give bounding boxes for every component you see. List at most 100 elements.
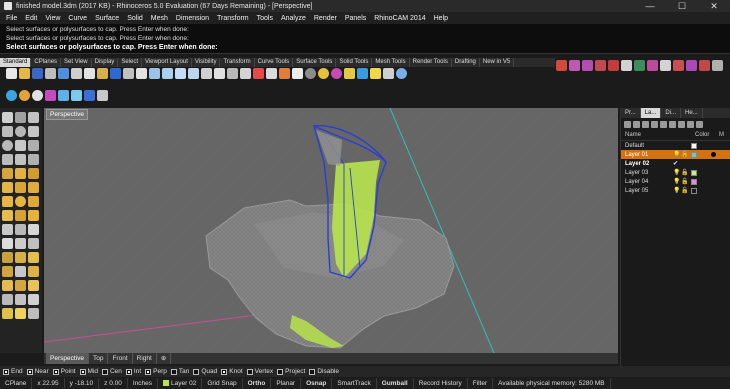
layer-color-swatch[interactable] xyxy=(691,169,697,176)
menu-rhinocam[interactable]: RhinoCAM 2014 xyxy=(370,15,429,22)
ellipse-icon[interactable] xyxy=(2,140,13,151)
tab-front[interactable]: Front xyxy=(108,353,133,364)
light-tool-icon[interactable] xyxy=(15,308,26,319)
ortho-toggle[interactable]: Ortho xyxy=(243,378,272,389)
minimize-button[interactable]: — xyxy=(634,0,666,12)
current-layer[interactable]: Layer 02 xyxy=(158,378,203,389)
copy-object-icon[interactable] xyxy=(253,68,264,79)
checkbox-icon[interactable] xyxy=(26,368,33,375)
environment-icon[interactable] xyxy=(357,68,368,79)
layer-color-swatch[interactable] xyxy=(691,187,697,194)
cam-settings-icon[interactable] xyxy=(699,60,710,71)
layer-row-02[interactable]: Layer 02 ✔ xyxy=(621,159,730,168)
osnap-tan[interactable]: Tan xyxy=(170,368,189,375)
simulate-icon[interactable] xyxy=(660,60,671,71)
surface-corner-icon[interactable] xyxy=(2,168,13,179)
ghosted-icon[interactable] xyxy=(45,90,56,101)
array-icon[interactable] xyxy=(28,266,39,277)
curve-wave-icon[interactable] xyxy=(556,60,567,71)
checkbox-icon[interactable] xyxy=(246,368,253,375)
tab-set-view[interactable]: Set View xyxy=(61,58,92,67)
feed-icon[interactable] xyxy=(686,60,697,71)
freeform-icon[interactable] xyxy=(2,154,13,165)
menu-dimension[interactable]: Dimension xyxy=(172,15,213,22)
checkbox-icon[interactable] xyxy=(52,368,59,375)
menu-help[interactable]: Help xyxy=(430,15,452,22)
cap-icon[interactable] xyxy=(28,210,39,221)
add-viewport-icon[interactable]: ⊕ xyxy=(157,353,172,364)
tab-new-in-v5[interactable]: New in V5 xyxy=(480,58,515,67)
osnap-project[interactable]: Project xyxy=(277,368,305,375)
smarttrack-toggle[interactable]: SmartTrack xyxy=(332,378,377,389)
mesh-icon[interactable] xyxy=(2,224,13,235)
checkbox-icon[interactable] xyxy=(221,368,228,375)
osnap-mid[interactable]: Mid xyxy=(79,368,98,375)
checkbox-icon[interactable] xyxy=(79,368,86,375)
orient-icon[interactable] xyxy=(28,280,39,291)
filter-toggle[interactable]: Filter xyxy=(468,378,494,389)
grid-snap-toggle[interactable]: Grid Snap xyxy=(202,378,243,389)
gumball-toggle[interactable]: Gumball xyxy=(377,378,414,389)
mirror-icon[interactable] xyxy=(2,280,13,291)
osnap-vertex[interactable]: Vertex xyxy=(246,368,273,375)
render-tool-icon[interactable] xyxy=(2,308,13,319)
rectangle-icon[interactable] xyxy=(15,140,26,151)
curve-icon[interactable] xyxy=(2,126,13,137)
checkbox-icon[interactable] xyxy=(145,368,152,375)
lock-icon[interactable]: 🔓 xyxy=(681,187,691,194)
new-sublayer-icon[interactable] xyxy=(633,121,640,128)
stock-box-icon[interactable] xyxy=(621,60,632,71)
tab-viewport-layout[interactable]: Viewport Layout xyxy=(142,58,192,67)
osnap-near[interactable]: Near xyxy=(26,368,49,375)
tab-mesh-tools[interactable]: Mesh Tools xyxy=(372,58,410,67)
network-srf-icon[interactable] xyxy=(28,182,39,193)
tab-top[interactable]: Top xyxy=(89,353,109,364)
artistic-icon[interactable] xyxy=(84,90,95,101)
mesh-grid-icon[interactable] xyxy=(582,60,593,71)
move-icon[interactable] xyxy=(240,68,251,79)
pan-icon[interactable] xyxy=(123,68,134,79)
analyze-icon[interactable] xyxy=(2,294,13,305)
osnap-end[interactable]: End xyxy=(3,368,23,375)
menu-panels[interactable]: Panels xyxy=(341,15,370,22)
layer-color-swatch[interactable] xyxy=(691,151,697,158)
tab-render-tools[interactable]: Render Tools xyxy=(410,58,452,67)
join-icon[interactable] xyxy=(28,252,39,263)
name-column-header[interactable]: Name xyxy=(625,132,695,138)
menu-transform[interactable]: Transform xyxy=(213,15,253,22)
osnap-quad[interactable]: Quad xyxy=(193,368,217,375)
tab-display[interactable]: Di... xyxy=(661,108,682,118)
scale-icon[interactable] xyxy=(15,280,26,291)
zoom-icon[interactable] xyxy=(149,68,160,79)
tab-layers[interactable]: La... xyxy=(640,108,662,118)
split-icon[interactable] xyxy=(2,252,13,263)
tab-help[interactable]: He... xyxy=(681,108,703,118)
render-icon[interactable] xyxy=(331,68,342,79)
help-icon[interactable] xyxy=(396,68,407,79)
polygon-icon[interactable] xyxy=(28,140,39,151)
properties-icon[interactable] xyxy=(292,68,303,79)
menu-view[interactable]: View xyxy=(41,15,64,22)
close-button[interactable]: ✕ xyxy=(698,0,730,12)
technical-icon[interactable] xyxy=(71,90,82,101)
dimension-icon[interactable] xyxy=(2,238,13,249)
sweep-icon[interactable] xyxy=(15,182,26,193)
cplane-label[interactable]: CPlane xyxy=(0,378,33,389)
planar-toggle[interactable]: Planar xyxy=(271,378,302,389)
menu-solid[interactable]: Solid xyxy=(123,15,147,22)
material-icon[interactable] xyxy=(711,152,716,157)
point-icon[interactable] xyxy=(15,112,26,123)
menu-file[interactable]: File xyxy=(2,15,21,22)
camera-icon[interactable] xyxy=(28,308,39,319)
tab-right[interactable]: Right xyxy=(133,353,157,364)
osnap-int[interactable]: Int xyxy=(125,368,141,375)
checkbox-icon[interactable] xyxy=(3,368,9,375)
options-icon[interactable] xyxy=(383,68,394,79)
open-file-icon[interactable] xyxy=(19,68,30,79)
new-file-icon[interactable] xyxy=(6,68,17,79)
tab-curve-tools[interactable]: Curve Tools xyxy=(255,58,294,67)
help-icon[interactable] xyxy=(696,121,703,128)
tab-cplanes[interactable]: CPlanes xyxy=(31,58,62,67)
tab-properties[interactable]: Pr... xyxy=(621,108,641,118)
select-points-icon[interactable] xyxy=(266,68,277,79)
